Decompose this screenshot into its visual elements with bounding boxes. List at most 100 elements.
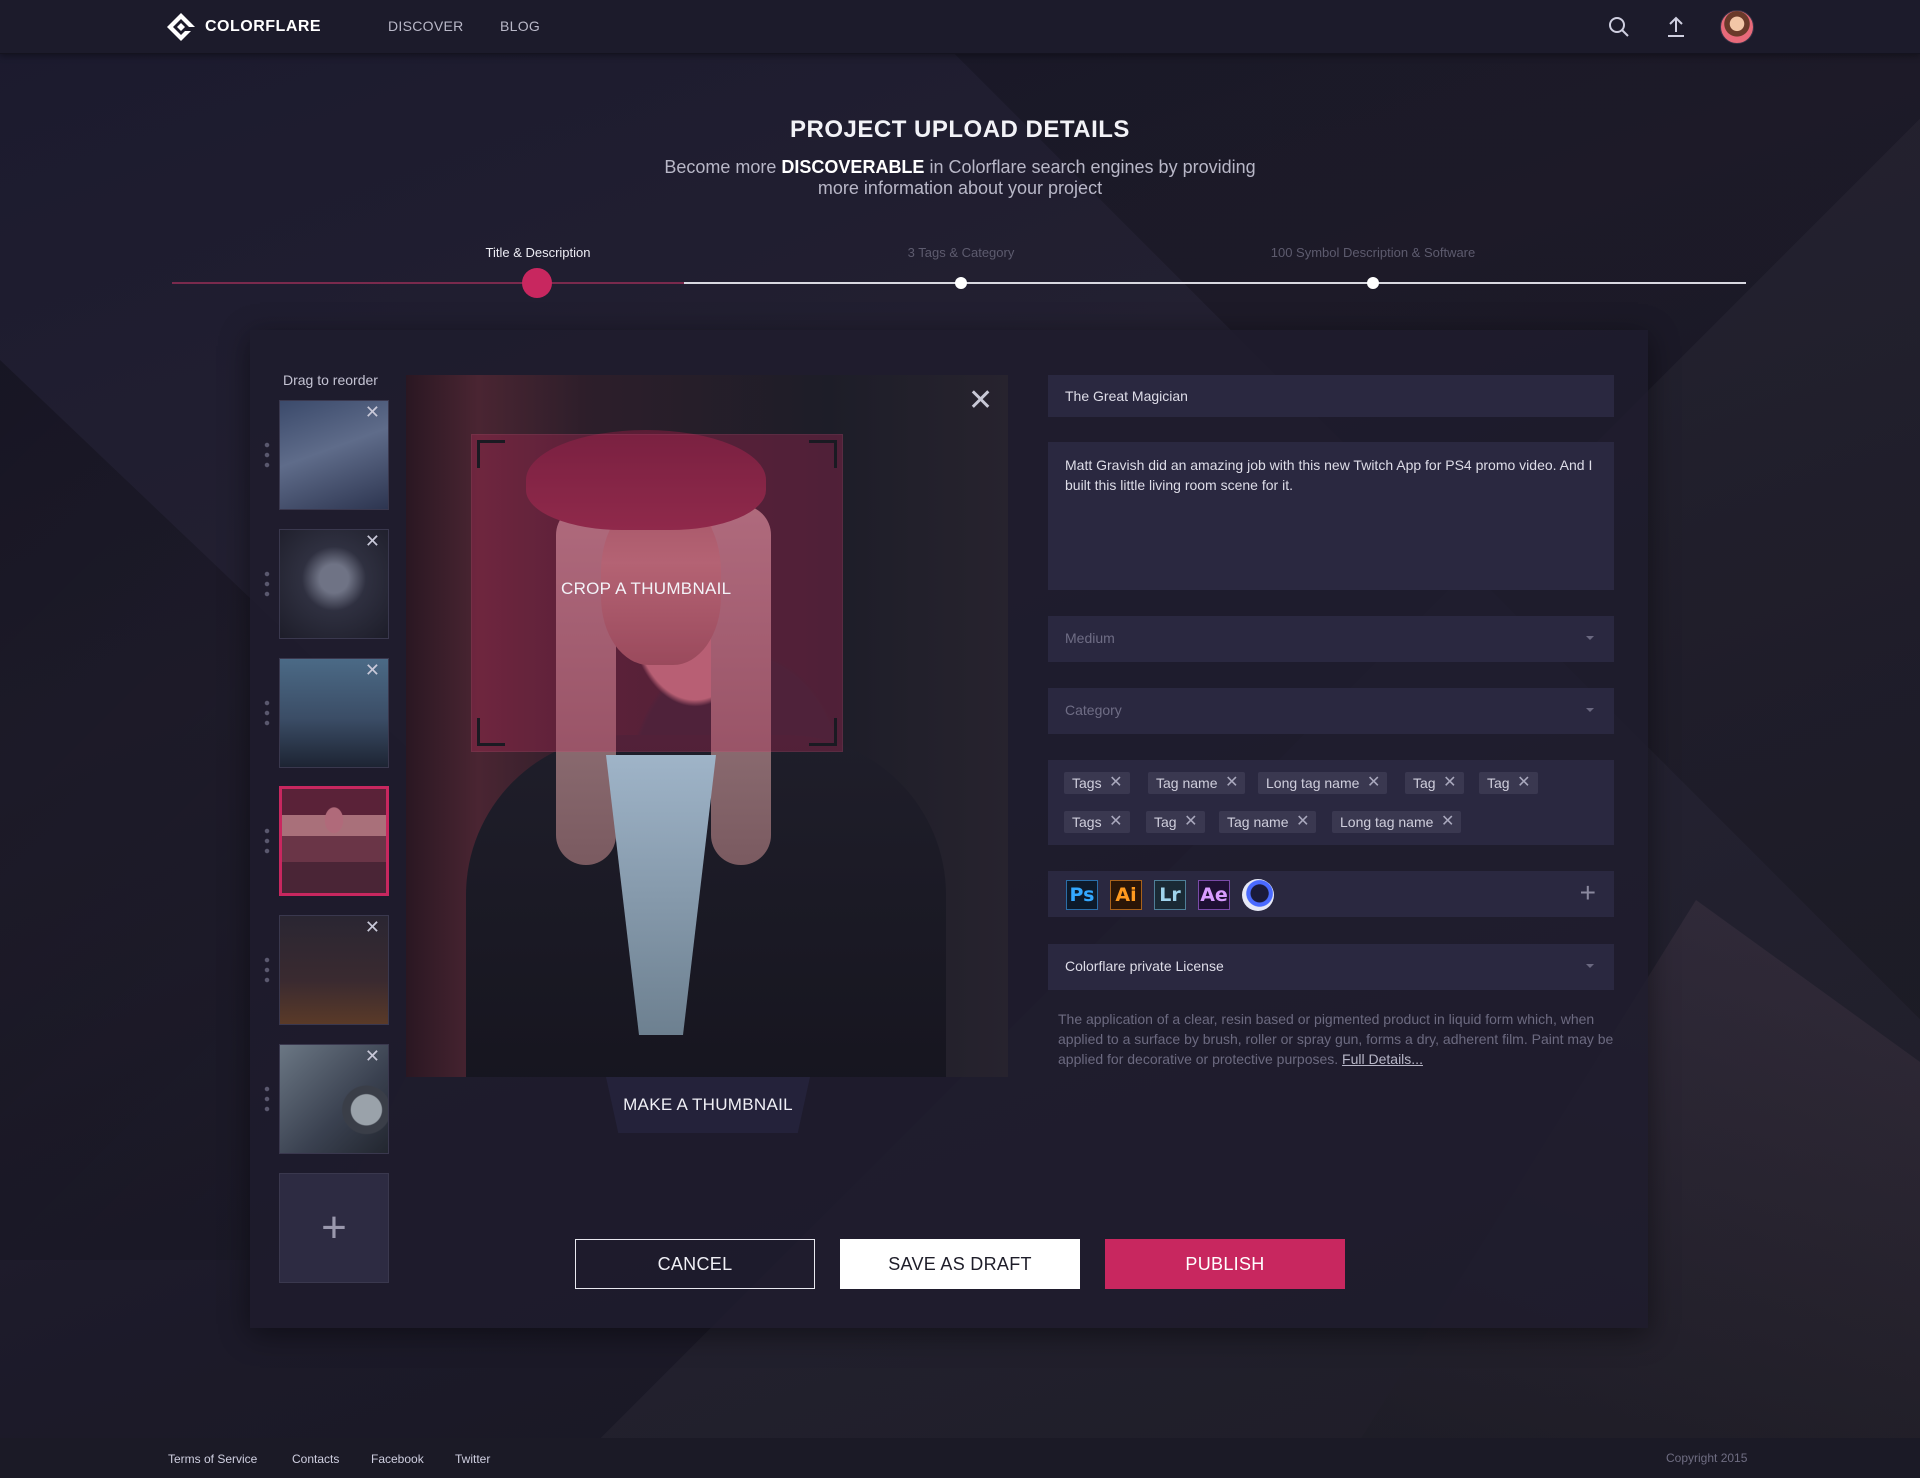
- crop-handle-bottom-left[interactable]: [477, 718, 505, 746]
- cancel-button[interactable]: CANCEL: [575, 1239, 815, 1289]
- thumbnail-2[interactable]: ✕: [279, 529, 389, 639]
- step-description-software[interactable]: 100 Symbol Description & Software: [1271, 245, 1475, 260]
- tag-chip: Tag ✕: [1405, 772, 1464, 794]
- tag-chip: Tag name ✕: [1148, 772, 1246, 794]
- drag-handle-icon[interactable]: [264, 569, 270, 599]
- license-select[interactable]: Colorflare private License: [1048, 944, 1614, 990]
- save-as-draft-button[interactable]: SAVE AS DRAFT: [840, 1239, 1080, 1289]
- footer: [0, 1438, 1920, 1478]
- tag-label: Tag name: [1156, 775, 1218, 791]
- tag-label: Tags: [1072, 814, 1102, 830]
- medium-select[interactable]: Medium: [1048, 616, 1614, 662]
- license-description-text: The application of a clear, resin based …: [1058, 1011, 1614, 1067]
- photoshop-icon[interactable]: Ps: [1066, 880, 1098, 910]
- footer-link-terms[interactable]: Terms of Service: [168, 1452, 257, 1466]
- thumbnail-5[interactable]: ✕: [279, 915, 389, 1025]
- search-icon[interactable]: [1606, 14, 1632, 40]
- remove-tag-icon[interactable]: ✕: [1296, 811, 1309, 833]
- tag-label: Tag: [1413, 775, 1436, 791]
- footer-link-contacts[interactable]: Contacts: [292, 1452, 339, 1466]
- license-description: The application of a clear, resin based …: [1058, 1009, 1614, 1069]
- add-software-icon[interactable]: +: [1580, 878, 1596, 908]
- page-title: PROJECT UPLOAD DETAILS: [790, 116, 1130, 143]
- subtitle-prefix: Become more: [664, 157, 782, 177]
- step-title-description[interactable]: Title & Description: [486, 245, 591, 260]
- footer-link-twitter[interactable]: Twitter: [455, 1452, 490, 1466]
- illustrator-icon[interactable]: Ai: [1110, 880, 1142, 910]
- upload-icon[interactable]: [1663, 14, 1689, 40]
- remove-tag-icon[interactable]: ✕: [1109, 772, 1122, 794]
- crop-handle-top-left[interactable]: [477, 440, 505, 468]
- tag-label: Tags: [1072, 775, 1102, 791]
- chevron-down-icon: [1586, 964, 1594, 968]
- license-value: Colorflare private License: [1065, 958, 1224, 974]
- page-subtitle: Become more DISCOVERABLE in Colorflare s…: [660, 157, 1260, 199]
- tag-chip: Tag ✕: [1146, 811, 1205, 833]
- drag-handle-icon[interactable]: [264, 1084, 270, 1114]
- medium-placeholder: Medium: [1065, 630, 1115, 646]
- tag-chip: Tags ✕: [1064, 772, 1130, 794]
- stepper-line: [684, 282, 1746, 284]
- crop-handle-top-right[interactable]: [809, 440, 837, 468]
- title-input[interactable]: The Great Magician: [1048, 375, 1614, 417]
- drag-handle-icon[interactable]: [264, 440, 270, 470]
- footer-link-facebook[interactable]: Facebook: [371, 1452, 424, 1466]
- tag-chip: Tag ✕: [1479, 772, 1538, 794]
- remove-tag-icon[interactable]: ✕: [1441, 811, 1454, 833]
- tag-label: Tag: [1154, 814, 1177, 830]
- step-indicator-3[interactable]: [1367, 277, 1379, 289]
- avatar[interactable]: [1720, 10, 1754, 44]
- tag-chip: Long tag name ✕: [1332, 811, 1462, 833]
- step-tags-category[interactable]: 3 Tags & Category: [908, 245, 1015, 260]
- tag-chip: Long tag name ✕: [1258, 772, 1388, 794]
- remove-tag-icon[interactable]: ✕: [1109, 811, 1122, 833]
- nav-discover[interactable]: DISCOVER: [388, 18, 464, 34]
- category-placeholder: Category: [1065, 702, 1122, 718]
- tag-label: Tag: [1487, 775, 1510, 791]
- crop-handle-bottom-right[interactable]: [809, 718, 837, 746]
- nav-blog[interactable]: BLOG: [500, 18, 540, 34]
- remove-thumbnail-icon[interactable]: ✕: [365, 532, 380, 550]
- top-navigation-bar: COLORFLARE DISCOVER BLOG: [0, 0, 1920, 54]
- remove-thumbnail-icon[interactable]: ✕: [365, 661, 380, 679]
- thumbnail-3[interactable]: ✕: [279, 658, 389, 768]
- full-details-link[interactable]: Full Details...: [1342, 1051, 1423, 1067]
- tags-input[interactable]: Tags ✕ Tag name ✕ Long tag name ✕ Tag ✕ Tag ✕…: [1048, 760, 1614, 845]
- drag-handle-icon[interactable]: [264, 698, 270, 728]
- stepper-progress-line: [172, 282, 684, 284]
- tag-chip: Tag name ✕: [1219, 811, 1317, 833]
- remove-tag-icon[interactable]: ✕: [1184, 811, 1197, 833]
- remove-tag-icon[interactable]: ✕: [1225, 772, 1238, 794]
- drag-handle-icon[interactable]: [264, 955, 270, 985]
- after-effects-icon[interactable]: Ae: [1198, 880, 1230, 910]
- chevron-down-icon: [1586, 708, 1594, 712]
- make-thumbnail-button[interactable]: MAKE A THUMBNAIL: [606, 1077, 810, 1133]
- step-indicator-2[interactable]: [955, 277, 967, 289]
- add-image-button[interactable]: +: [279, 1173, 389, 1283]
- step-indicator-active[interactable]: [522, 268, 552, 298]
- logo-text: COLORFLARE: [205, 18, 322, 35]
- colorflare-logo-icon: [167, 13, 195, 41]
- description-textarea[interactable]: Matt Gravish did an amazing job with thi…: [1048, 442, 1614, 590]
- remove-thumbnail-icon[interactable]: ✕: [365, 918, 380, 936]
- remove-thumbnail-icon[interactable]: ✕: [365, 1047, 380, 1065]
- remove-thumbnail-icon[interactable]: ✕: [365, 403, 380, 421]
- thumbnail-4-selected[interactable]: [279, 786, 389, 896]
- thumbnail-6[interactable]: ✕: [279, 1044, 389, 1154]
- close-image-icon[interactable]: ✕: [968, 386, 993, 416]
- category-select[interactable]: Category: [1048, 688, 1614, 734]
- tag-label: Long tag name: [1266, 775, 1360, 791]
- logo[interactable]: COLORFLARE: [165, 11, 321, 43]
- drag-handle-icon[interactable]: [264, 826, 270, 856]
- remove-tag-icon[interactable]: ✕: [1443, 772, 1456, 794]
- chevron-down-icon: [1586, 636, 1594, 640]
- remove-tag-icon[interactable]: ✕: [1517, 772, 1530, 794]
- lightroom-icon[interactable]: Lr: [1154, 880, 1186, 910]
- remove-tag-icon[interactable]: ✕: [1367, 772, 1380, 794]
- publish-button[interactable]: PUBLISH: [1105, 1239, 1345, 1289]
- subtitle-emphasis: DISCOVERABLE: [781, 157, 925, 177]
- tag-label: Long tag name: [1340, 814, 1434, 830]
- copyright: Copyright 2015: [1666, 1451, 1748, 1465]
- thumbnail-1[interactable]: ✕: [279, 400, 389, 510]
- cinema4d-icon[interactable]: [1242, 879, 1274, 911]
